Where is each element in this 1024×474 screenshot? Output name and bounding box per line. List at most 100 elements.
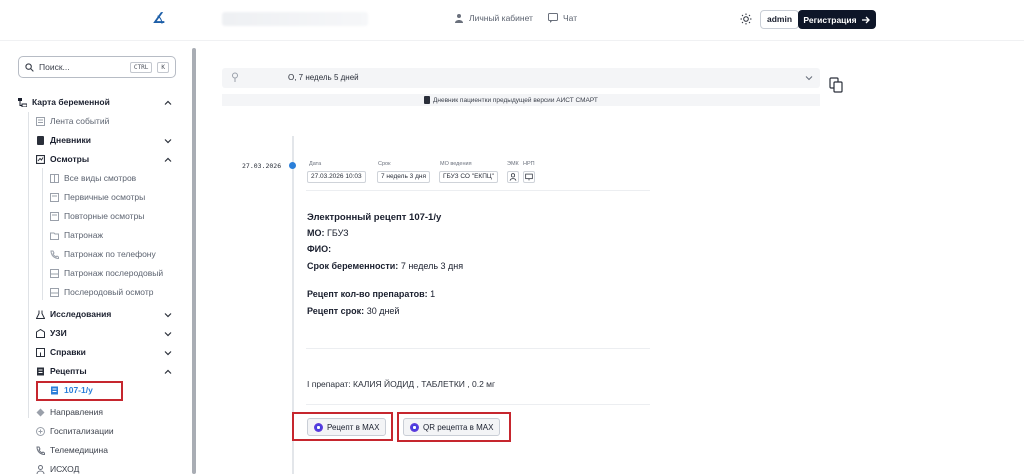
sidebar-item-exams[interactable]: Осмотры: [36, 154, 89, 164]
page-title-blurred: [222, 12, 368, 26]
diary-note[interactable]: Дневник пациентки предыдущей версии АИСТ…: [424, 96, 598, 104]
sidebar-item-recipes[interactable]: Рецепты: [36, 366, 87, 376]
meta-label-mo: МО ведения: [440, 161, 472, 167]
chevron-up-icon[interactable]: [164, 368, 172, 376]
highlight-frame-107: [36, 381, 123, 401]
sidebar-item-label: Лента событий: [50, 116, 110, 126]
max-icon: [314, 422, 323, 432]
sidebar-item-outcome[interactable]: ИСХОД: [36, 464, 79, 474]
timeline-dot: [289, 162, 296, 169]
telephone-icon: [36, 446, 45, 455]
sidebar-item-label: Патронаж по телефону: [64, 249, 156, 259]
recipe-term-label: Срок беременности:: [307, 261, 399, 271]
recipe-qr-button[interactable]: QR рецепта в MAX: [403, 418, 501, 436]
phone-icon: [50, 250, 59, 259]
sidebar-item-label: Телемедицина: [50, 445, 108, 455]
sidebar-item-patronage[interactable]: Патронаж: [50, 230, 103, 240]
bed-icon: [50, 268, 59, 278]
recipe-mo-label: МО:: [307, 228, 325, 238]
hospital-icon: [36, 426, 45, 436]
chat-link[interactable]: Чат: [548, 13, 577, 23]
recipe-term-value: 7 недель 3 дня: [400, 261, 464, 271]
top-bar: ∡ Личный кабинет Чат admin Регистрация: [0, 0, 1024, 40]
receipt-icon: [37, 367, 44, 375]
recipe-duration-value: 30 дней: [366, 306, 400, 316]
sidebar-item-label: Дневники: [50, 135, 91, 145]
sidebar-item-label: Рецепты: [50, 366, 87, 376]
document-icon: [50, 192, 59, 202]
chevron-up-icon[interactable]: [164, 156, 172, 164]
recipe-count-label: Рецепт кол-во препаратов:: [307, 289, 428, 299]
sidebar-item-label: Направления: [50, 407, 103, 417]
person-icon: [36, 464, 45, 474]
chevron-down-icon[interactable]: [805, 74, 813, 82]
chevron-up-icon[interactable]: [164, 99, 172, 107]
sidebar-item-all-exams[interactable]: Все виды смотров: [50, 173, 136, 183]
sidebar-item-referrals[interactable]: Направления: [36, 407, 103, 417]
book-icon: [424, 96, 430, 104]
sidebar-item-repeat-exams[interactable]: Повторные осмотры: [50, 211, 144, 221]
chevron-down-icon[interactable]: [164, 311, 172, 319]
emk-person-icon[interactable]: [507, 171, 519, 183]
copy-icon[interactable]: [829, 77, 843, 93]
sidebar-item-postnatal-exam[interactable]: Послеродовый осмотр: [50, 287, 153, 297]
sidebar-item-pregnancy-card[interactable]: Карта беременной: [18, 97, 110, 107]
recipe-count: Рецепт кол-во препаратов: 1: [307, 289, 435, 299]
recipe-drug-line: I препарат: КАЛИЯ ЙОДИД , ТАБЛЕТКИ , 0.2…: [307, 379, 496, 389]
sidebar-item-primary-exams[interactable]: Первичные осмотры: [50, 192, 145, 202]
chevron-down-icon[interactable]: [164, 137, 172, 145]
kbd-k: K: [157, 61, 169, 73]
sidebar-item-label: Повторные осмотры: [64, 211, 145, 221]
max-icon: [410, 422, 419, 432]
sidebar-item-label: Патронаж послеродовый: [64, 268, 164, 278]
sidebar-item-phone-patronage[interactable]: Патронаж по телефону: [50, 249, 156, 259]
kbd-ctrl: CTRL: [129, 61, 153, 73]
sidebar-item-events-feed[interactable]: Лента событий: [36, 116, 109, 126]
meta-label-nrp: НРП: [523, 161, 535, 167]
timeline-date: 27.03.2026: [242, 162, 282, 170]
recipe-count-value: 1: [430, 289, 436, 299]
recipe-mo-value: ГБУЗ: [327, 228, 349, 238]
document-icon: [50, 211, 59, 221]
sidebar-item-postnatal-patronage[interactable]: Патронаж послеродовый: [50, 268, 163, 278]
recipe-title: Электронный рецепт 107-1/у: [307, 212, 442, 223]
sidebar-item-label: Справки: [50, 347, 86, 357]
chevron-down-icon[interactable]: [164, 330, 172, 338]
sidebar-item-diaries[interactable]: Дневники: [36, 135, 91, 145]
nrp-monitor-icon[interactable]: [523, 171, 535, 183]
tree-icon: [18, 97, 27, 107]
logo[interactable]: ∡: [152, 9, 165, 27]
sidebar-item-label: Первичные осмотры: [64, 192, 146, 202]
sidebar-item-ultrasound[interactable]: УЗИ: [36, 328, 67, 338]
recipe-max-label: Рецепт в MAX: [327, 422, 380, 432]
sidebar-item-label: Патронаж: [64, 230, 104, 240]
recipe-duration: Рецепт срок: 30 дней: [307, 306, 399, 316]
sidebar-item-research[interactable]: Исследования: [36, 309, 111, 319]
admin-button[interactable]: admin: [760, 10, 800, 29]
chevron-down-icon[interactable]: [164, 349, 172, 357]
arrow-right-icon: [861, 16, 870, 23]
folder-icon: [50, 232, 59, 240]
sun-icon[interactable]: [740, 13, 752, 25]
grid-icon: [50, 173, 59, 183]
cabinet-link[interactable]: Личный кабинет: [454, 13, 533, 23]
sidebar-scrollbar[interactable]: [192, 48, 196, 474]
diamond-icon: [36, 408, 45, 416]
sidebar-item-telemedicine[interactable]: Телемедицина: [36, 445, 108, 455]
search-input[interactable]: Поиск... CTRL K: [18, 56, 176, 78]
recipe-max-button[interactable]: Рецепт в MAX: [307, 418, 387, 436]
recipe-term: Срок беременности: 7 недель 3 дня: [307, 261, 463, 271]
search-icon: [25, 62, 34, 72]
user-icon: [455, 14, 463, 23]
sidebar-item-hospitalizations[interactable]: Госпитализации: [36, 426, 114, 436]
search-placeholder: Поиск...: [39, 62, 70, 72]
sidebar-item-label: Госпитализации: [50, 426, 114, 436]
meta-term-value: 7 недель 3 дня: [377, 171, 430, 183]
register-button[interactable]: Регистрация: [798, 10, 876, 29]
chat-label: Чат: [563, 13, 578, 23]
sidebar-item-label: ИСХОД: [50, 464, 80, 474]
certificate-icon: [36, 347, 45, 357]
register-label: Регистрация: [803, 14, 857, 25]
divider: [306, 190, 650, 191]
sidebar-item-certificates[interactable]: Справки: [36, 347, 86, 357]
